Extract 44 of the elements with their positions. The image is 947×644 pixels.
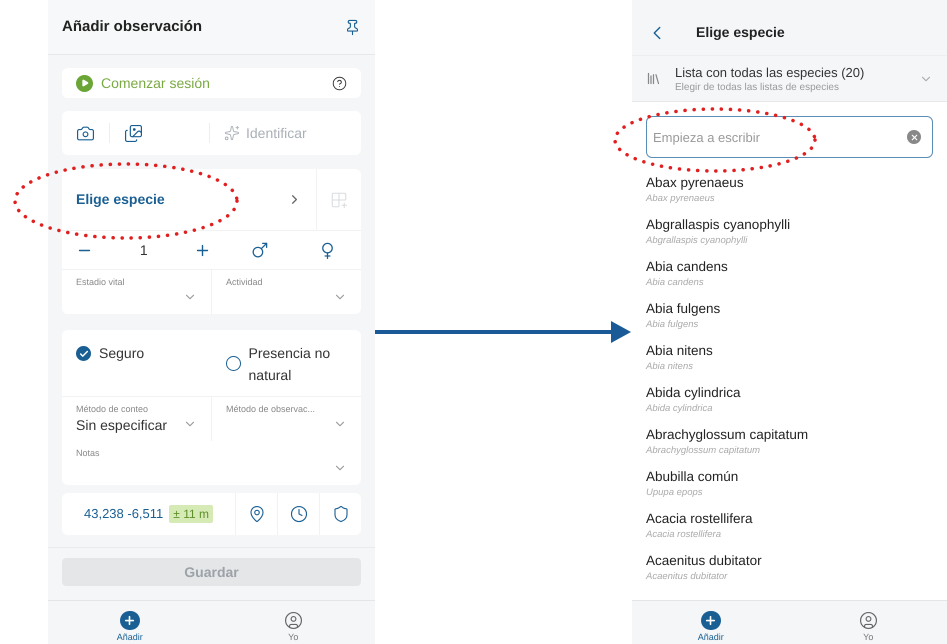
species-row[interactable]: Acacia rostellifera Acacia rostellifera	[632, 504, 947, 546]
select-field[interactable]: Actividad	[212, 270, 361, 314]
user-icon	[282, 611, 304, 630]
plus-icon	[120, 611, 140, 630]
toggle-option[interactable]: Seguro	[62, 330, 212, 396]
session-label: Comenzar sesión	[101, 74, 211, 92]
species-selector[interactable]: Elige especie	[62, 169, 316, 230]
species-row[interactable]: Abida cylindrica Abida cylindrica	[632, 378, 947, 420]
list-icon	[646, 71, 661, 86]
nav-tab[interactable]: Añadir	[632, 601, 790, 644]
species-row[interactable]: Abia nitens Abia nitens	[632, 336, 947, 378]
camera-icon[interactable]	[76, 124, 95, 142]
accuracy-tag: ± 11 m	[169, 505, 213, 523]
plus-icon	[700, 611, 721, 630]
location-pin-icon[interactable]	[248, 505, 266, 523]
nav-tab[interactable]: Yo	[212, 601, 375, 644]
species-row[interactable]: Abubilla común Upupa epops	[632, 462, 947, 504]
count-value: 1	[140, 240, 148, 260]
species-row[interactable]: Abgrallaspis cyanophylli Abgrallaspis cyanophylli	[632, 210, 947, 252]
gallery-icon[interactable]	[124, 124, 143, 142]
clock-icon[interactable]	[290, 505, 308, 523]
screen-title: Elige especie	[696, 23, 785, 42]
pin-icon[interactable]	[344, 18, 361, 36]
help-icon[interactable]	[332, 76, 347, 90]
select-field[interactable]: Estadio vital	[62, 270, 212, 314]
toggle-option[interactable]: Presencia no natural	[212, 330, 361, 396]
user-icon	[858, 611, 879, 630]
species-row[interactable]: Abia candens Abia candens	[632, 252, 947, 294]
species-row[interactable]: Abrachyglossum capitatum Abrachyglossum capitatum	[632, 420, 947, 462]
search-field[interactable]: Empieza a escribir	[646, 116, 933, 158]
nav-tab[interactable]: Yo	[790, 601, 947, 644]
select-field[interactable]: Método de conteo Sin especificar	[62, 397, 212, 441]
nav-tab[interactable]: Añadir	[48, 601, 212, 644]
play-icon	[76, 74, 93, 92]
species-row[interactable]: Abax pyrenaeus Abax pyrenaeus	[632, 168, 947, 210]
shield-icon[interactable]	[332, 505, 350, 523]
select-field[interactable]: Notas	[62, 441, 361, 485]
species-row[interactable]: Acaenitus dubitator Acaenitus dubitator	[632, 546, 947, 588]
species-row[interactable]: Abia fulgens Abia fulgens	[632, 294, 947, 336]
select-field[interactable]: Método de observac...	[212, 397, 361, 441]
male-icon[interactable]	[250, 240, 269, 260]
sparkle-icon	[224, 125, 240, 141]
coordinates: 43,238 -6,511	[84, 505, 164, 524]
screen-title: Añadir observación	[62, 16, 202, 37]
